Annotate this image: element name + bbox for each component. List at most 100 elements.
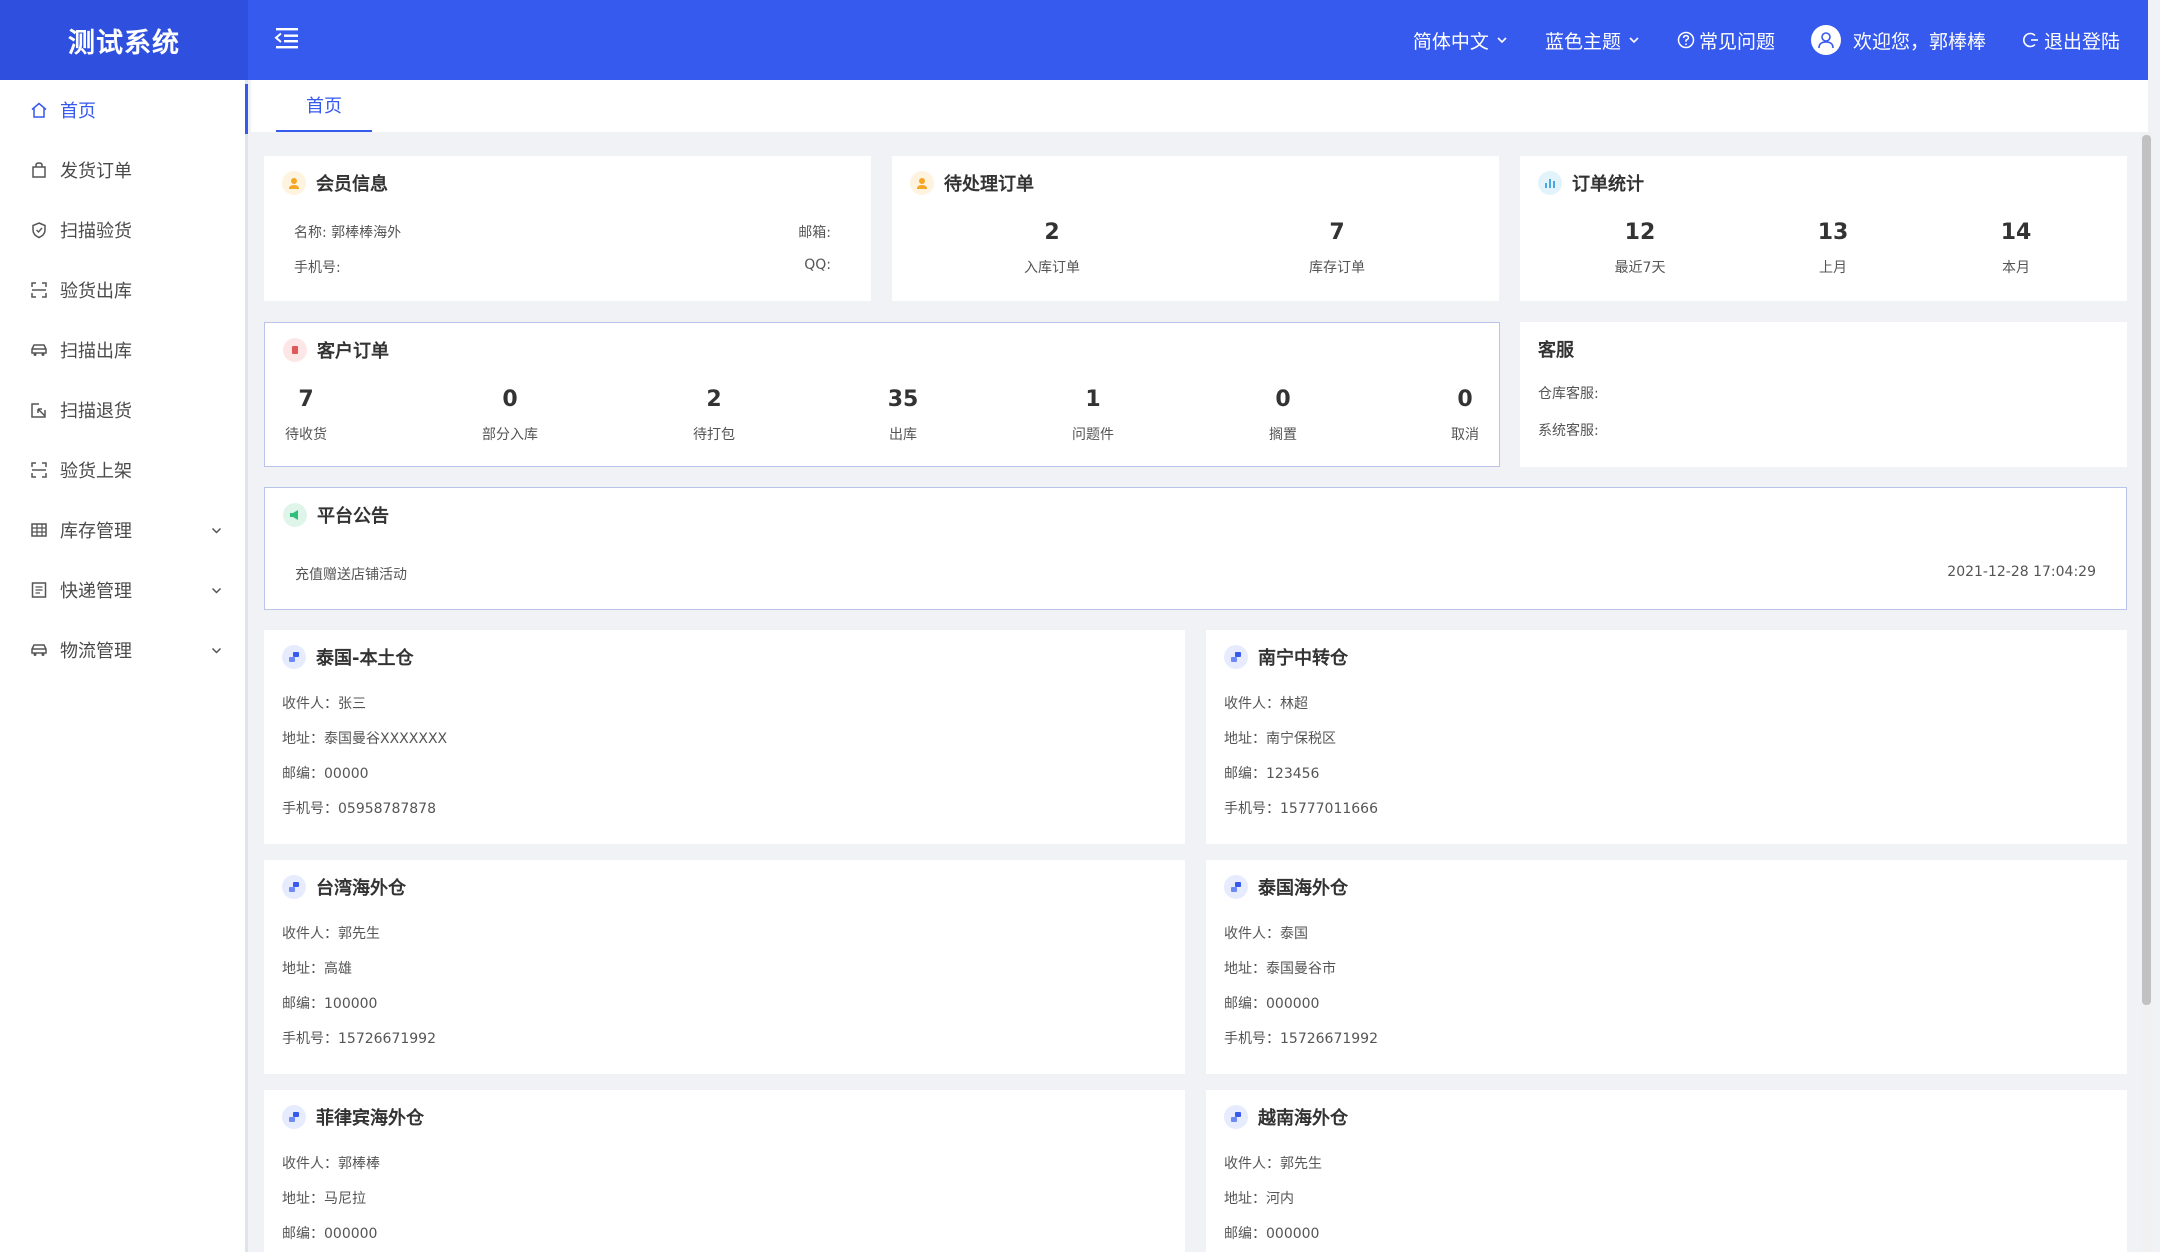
warehouse-name: 越南海外仓: [1258, 1108, 1348, 1129]
warehouse-name: 台湾海外仓: [316, 878, 406, 899]
warehouse-icon: [1224, 875, 1248, 899]
warehouse-postcode: 邮编000000: [1224, 993, 1319, 1013]
pending-orders-title: 待处理订单: [944, 174, 1034, 195]
warehouse-address: 地址河内: [1224, 1188, 1294, 1208]
stat-cancelled[interactable]: 0 取消: [1451, 385, 1479, 445]
theme-dropdown[interactable]: 蓝色主题: [1545, 27, 1641, 54]
stat-value: 14: [2000, 220, 2032, 245]
customer-service-title: 客服: [1538, 340, 1574, 361]
field-value: 林超: [1280, 696, 1308, 712]
stat-value: 0: [1275, 387, 1291, 412]
card-title: 泰国海外仓: [1224, 874, 1348, 900]
warehouse-service-label: 仓库客服:: [1538, 386, 1599, 402]
field-value: 15777011666: [1280, 801, 1378, 817]
stat-label: 本月: [2002, 260, 2030, 276]
warehouse-postcode: 邮编00000: [282, 763, 369, 783]
warehouse-receiver: 收件人张三: [282, 693, 366, 713]
scan-icon: [31, 282, 47, 298]
sidebar-item-express[interactable]: 快递管理: [0, 560, 245, 620]
field-label: 手机号: [1224, 801, 1280, 817]
stat-on-hold[interactable]: 0 搁置: [1269, 385, 1297, 445]
language-dropdown[interactable]: 简体中文: [1413, 27, 1509, 54]
chevron-down-icon: [211, 587, 222, 594]
stat-this-month[interactable]: 14 本月: [2001, 218, 2032, 278]
sidebar-item-label: 扫描出库: [60, 341, 132, 362]
stat-problem-items[interactable]: 1 问题件: [1072, 385, 1114, 445]
faq-label: 常见问题: [1698, 30, 1775, 53]
stat-label: 待打包: [693, 427, 735, 443]
field-value: 郭先生: [1280, 1156, 1322, 1172]
field-label: 收件人: [282, 1156, 338, 1172]
sidebar-item-label: 验货出库: [60, 281, 132, 302]
warehouse-phone: 手机号15726671992: [282, 1028, 436, 1048]
order-stats-title: 订单统计: [1572, 174, 1644, 195]
sidebar-item-scan-outbound[interactable]: 扫描出库: [0, 320, 245, 380]
system-service-label: 系统客服:: [1538, 423, 1599, 439]
member-name-label: 名称:: [294, 225, 327, 241]
stat-awaiting-pack[interactable]: 2 待打包: [693, 385, 735, 445]
sidebar-item-home[interactable]: 首页: [0, 80, 248, 140]
sidebar-item-label: 验货上架: [60, 461, 132, 482]
member-info-card: 会员信息 名称: 郭棒棒海外 邮箱: 手机号: QQ:: [264, 156, 871, 301]
warehouse-icon: [282, 645, 306, 669]
warehouse-name: 泰国-本土仓: [316, 648, 414, 669]
field-value: 泰国曼谷XXXXXXX: [324, 731, 448, 747]
warehouse-phone: 手机号15777011666: [1224, 798, 1378, 818]
chevron-down-icon: [1629, 37, 1639, 44]
stat-outbound[interactable]: 35 出库: [888, 385, 919, 445]
tab-home[interactable]: 首页: [276, 80, 372, 132]
stat-last-month[interactable]: 13 上月: [1818, 218, 1849, 278]
field-label: 收件人: [282, 696, 338, 712]
sidebar-item-inventory[interactable]: 库存管理: [0, 500, 245, 560]
truck-icon: [31, 644, 47, 656]
member-name: 名称: 郭棒棒海外: [294, 222, 401, 242]
menu-fold-icon[interactable]: [274, 26, 300, 50]
sidebar-item-inspect-shelve[interactable]: 验货上架: [0, 440, 245, 500]
stat-inbound-orders[interactable]: 2 入库订单: [1024, 218, 1080, 278]
stat-partial-inbound[interactable]: 0 部分入库: [482, 385, 538, 445]
card-title: 待处理订单: [910, 170, 1034, 196]
sidebar-item-label: 发货订单: [60, 161, 132, 182]
field-value: 00000: [324, 766, 369, 782]
list-icon: [31, 582, 47, 598]
sidebar-item-inspect-outbound[interactable]: 验货出库: [0, 260, 245, 320]
card-title: 南宁中转仓: [1224, 644, 1348, 670]
user-badge-icon: [282, 171, 306, 195]
scrollbar-thumb[interactable]: [2142, 135, 2151, 1005]
stat-awaiting-receipt[interactable]: 7 待收货: [285, 385, 327, 445]
user-icon: [1818, 32, 1834, 49]
stat-value: 7: [1329, 220, 1345, 245]
field-value: 南宁保税区: [1266, 731, 1336, 747]
field-value: 123456: [1266, 766, 1320, 782]
card-title: 订单统计: [1538, 170, 1644, 196]
warehouse-address: 地址南宁保税区: [1224, 728, 1336, 748]
field-label: 邮编: [282, 766, 324, 782]
warehouse-name: 泰国海外仓: [1258, 878, 1348, 899]
announcement-date: 2021-12-28 17:04:29: [1947, 564, 2096, 580]
logout-button[interactable]: 退出登陆: [2022, 27, 2120, 54]
announcement-link[interactable]: 充值赠送店铺活动: [295, 564, 407, 584]
sidebar-item-logistics[interactable]: 物流管理: [0, 620, 245, 680]
stat-label: 出库: [889, 427, 917, 443]
user-menu[interactable]: 欢迎您，郭棒棒: [1810, 25, 1986, 55]
sidebar-item-scan-inspect[interactable]: 扫描验货: [0, 200, 245, 260]
field-label: 收件人: [1224, 696, 1280, 712]
welcome-text: 欢迎您，郭棒棒: [1852, 30, 1986, 53]
sidebar-item-scan-return[interactable]: 扫描退货: [0, 380, 245, 440]
faq-link[interactable]: 常见问题: [1677, 27, 1775, 54]
field-label: 手机号: [282, 1031, 338, 1047]
warehouse-postcode: 邮编000000: [282, 1223, 377, 1243]
warehouse-receiver: 收件人郭棒棒: [282, 1153, 380, 1173]
return-icon: [31, 403, 46, 418]
card-title: 会员信息: [282, 170, 388, 196]
stat-stock-orders[interactable]: 7 库存订单: [1309, 218, 1365, 278]
logout-icon: [2023, 32, 2038, 48]
sidebar-item-shipping-orders[interactable]: 发货订单: [0, 140, 245, 200]
chevron-down-icon: [1497, 37, 1507, 44]
warehouse-address: 地址泰国曼谷XXXXXXX: [282, 728, 447, 748]
sidebar-item-label: 首页: [60, 101, 96, 122]
pending-orders-card: 待处理订单 2 入库订单 7 库存订单: [892, 156, 1499, 301]
stat-last-7-days[interactable]: 12 最近7天: [1615, 218, 1666, 278]
field-label: 手机号: [282, 801, 338, 817]
announcement-title: 平台公告: [317, 506, 389, 527]
